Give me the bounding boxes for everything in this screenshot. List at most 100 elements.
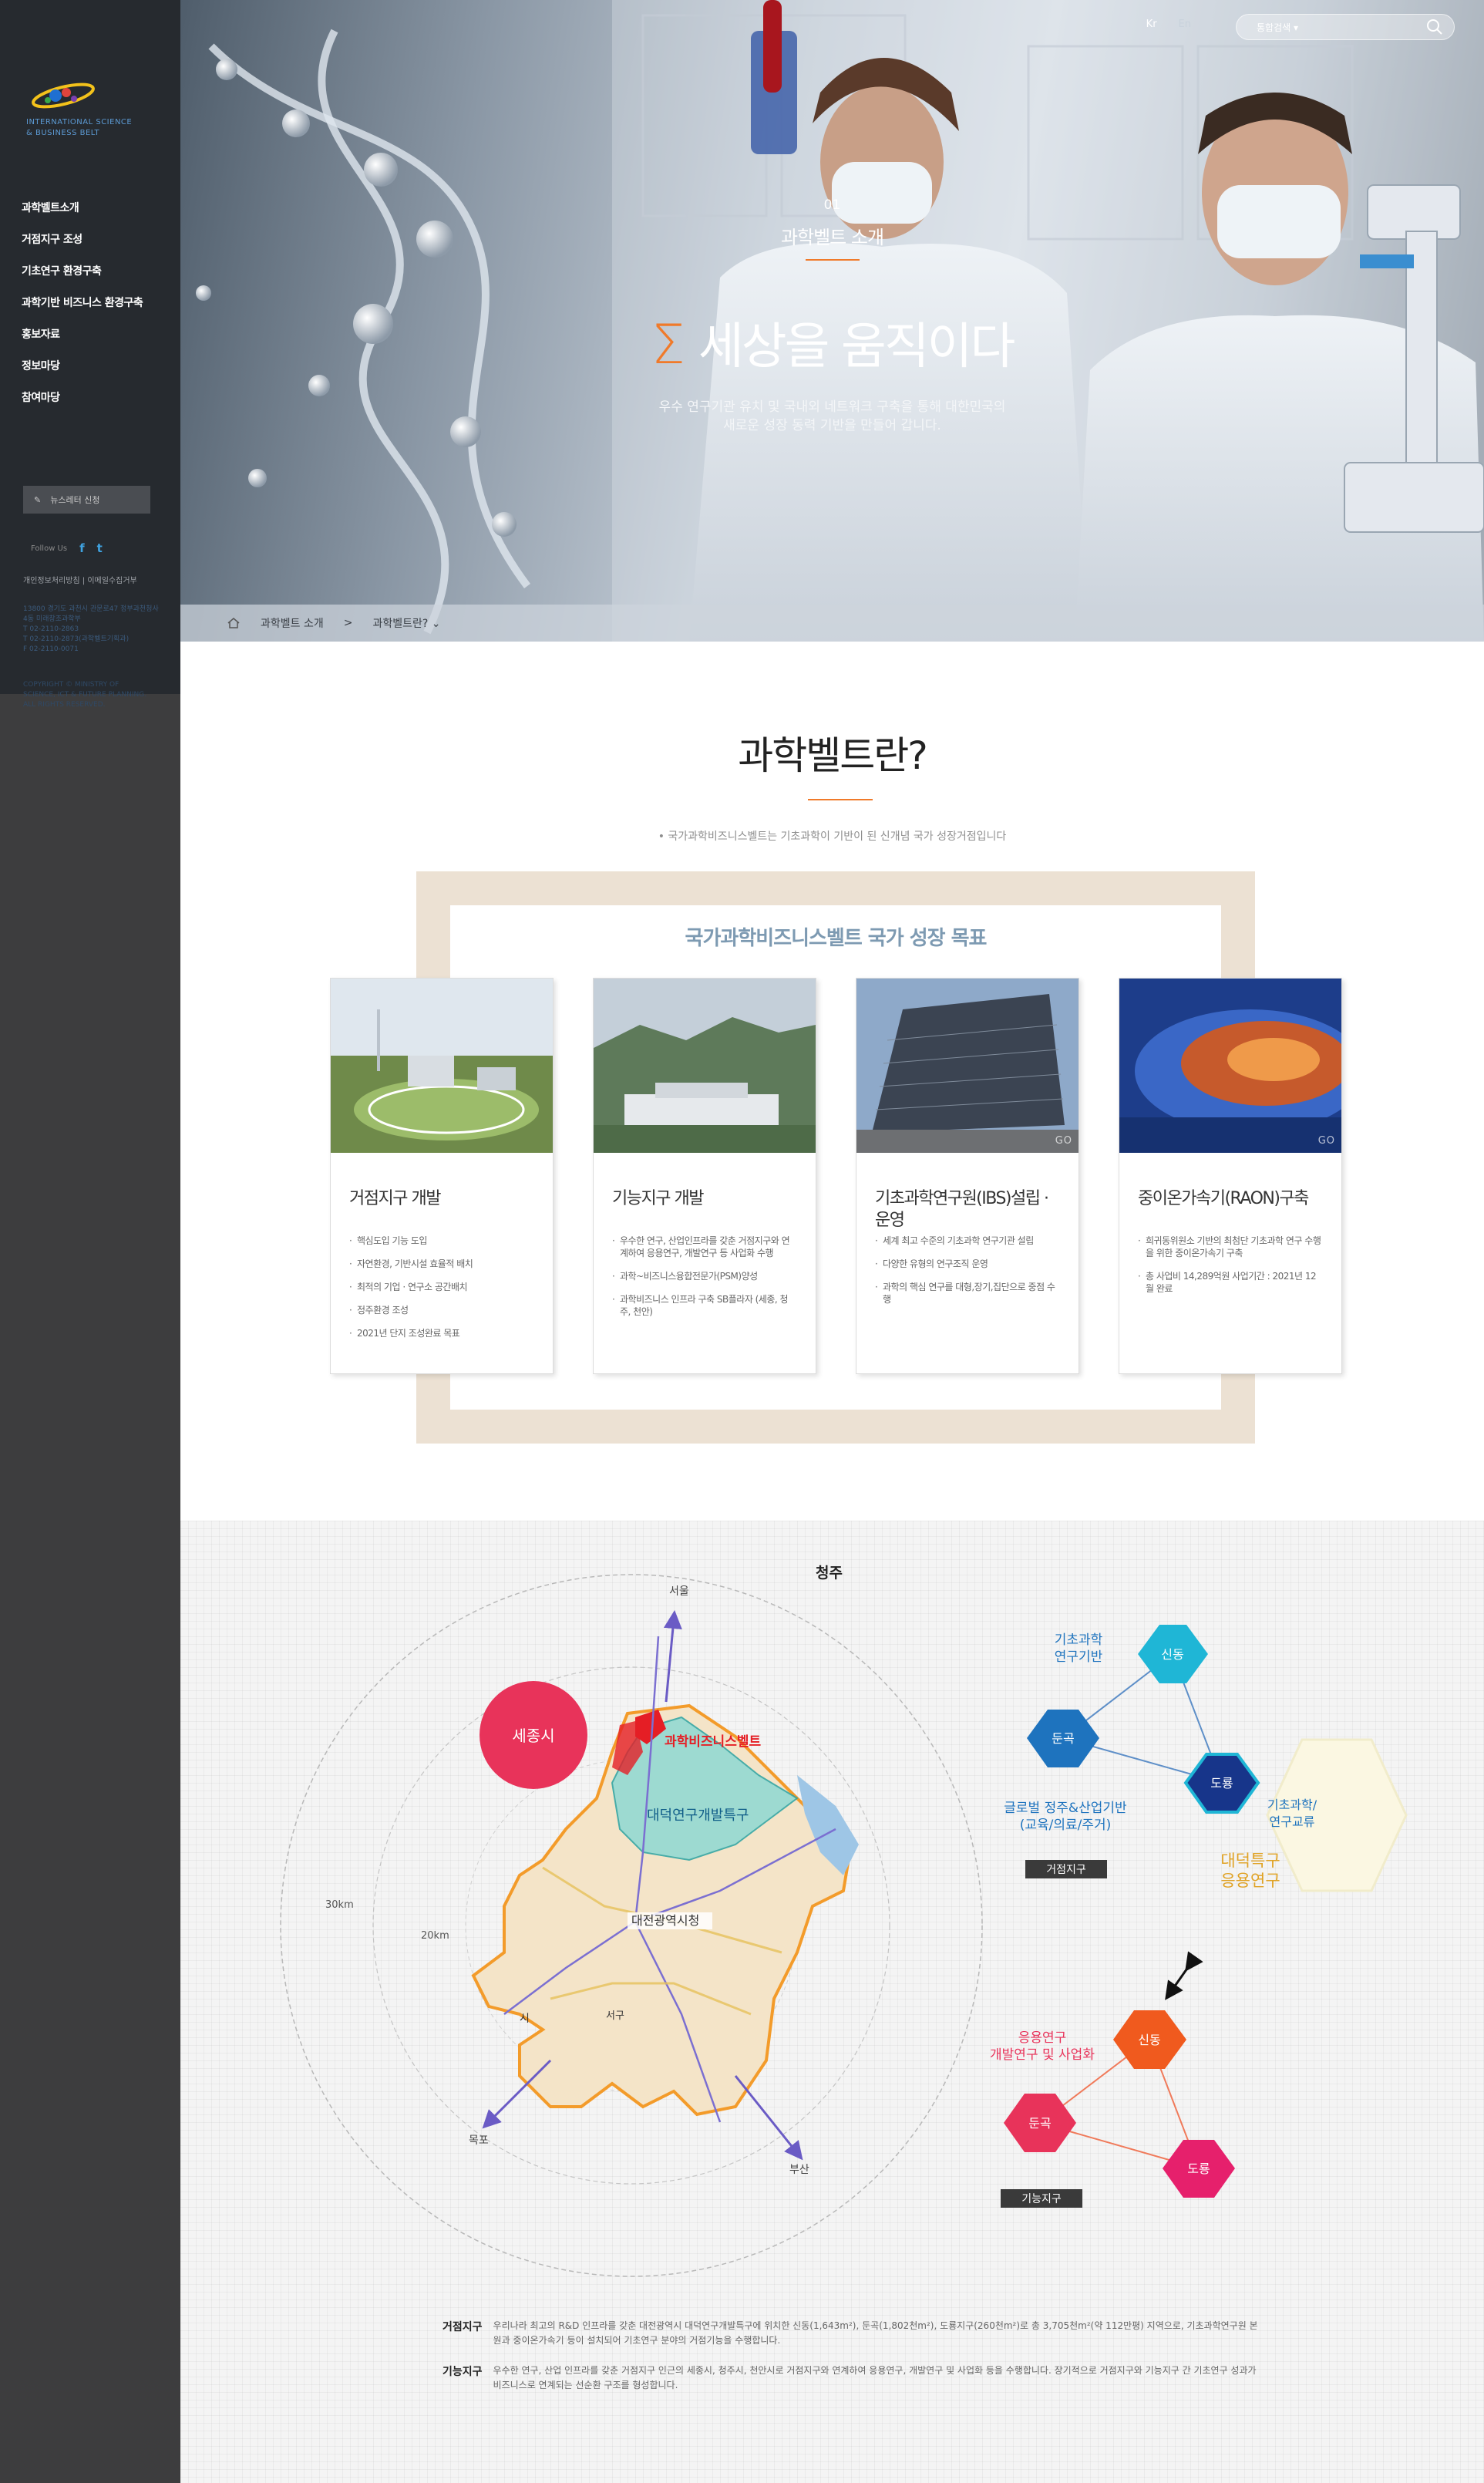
chevron-down-icon: ⌄	[431, 618, 441, 630]
card-function-development: 기능지구 개발 우수한 연구, 산업인프라를 갖춘 거점지구와 연계하여 응용연…	[593, 978, 816, 1374]
nav-item-pr[interactable]: 홍보자료	[22, 325, 143, 357]
footnote-function: 기능지구 우수한 연구, 산업 인프라를 갖춘 거점지구 인근의 세종시, 청주…	[443, 2363, 1264, 2393]
card-ibs[interactable]: GO 기초과학연구원(IBS)설립 · 운영 세계 최고 수준의 기초과학 연구…	[856, 978, 1079, 1374]
card-list: 우수한 연구, 산업인프라를 갖춘 거점지구와 연계하여 응용연구, 개발연구 …	[612, 1235, 797, 1318]
goal-inner	[450, 905, 1221, 1410]
map-section: 30km 20km 10km 서울 목포 부산 청주 세종시 과학비즈니스벨트 …	[180, 1521, 1484, 2483]
label-basic-research-1: 기초과학	[1055, 1632, 1103, 1648]
nav-item-info[interactable]: 정보마당	[22, 357, 143, 389]
list-item: 2021년 단지 조성완료 목표	[349, 1327, 534, 1339]
breadcrumb-level2[interactable]: 과학벨트란? ⌄	[372, 615, 440, 631]
language-switch: Kr En	[1146, 19, 1191, 30]
breadcrumb-separator: >	[343, 617, 353, 629]
hero-description: 우수 연구기관 유치 및 국내외 네트워크 구축을 통해 대한민국의 새로운 성…	[180, 398, 1484, 435]
sidebar: INTERNATIONAL SCIENCE & BUSINESS BELT 과학…	[0, 0, 180, 2483]
follow-us: Follow Us f t	[31, 541, 103, 555]
label-func-badge: 기능지구	[1021, 2193, 1062, 2205]
go-link[interactable]: GO	[1318, 1135, 1335, 1147]
policy-links[interactable]: 개인정보처리방침 | 이메일수집거부	[23, 574, 137, 585]
goal-title: 국가과학비즈니스벨트 국가 성장 목표	[685, 927, 988, 950]
label-daedeok-1: 대덕특구	[1220, 1851, 1280, 1870]
label-sejong: 세종시	[512, 1727, 554, 1745]
hero-number: 01	[823, 197, 841, 213]
page-description: • 국가과학비즈니스벨트는 기초과학이 기반이 된 신개념 국가 성장거점입니다	[658, 830, 1007, 843]
card-image-hub	[331, 979, 553, 1153]
label-seo-gu: 서구	[606, 2010, 624, 2022]
page-title: 과학벨트란?	[738, 733, 928, 778]
label-cityhall: 대전광역시청	[631, 1913, 699, 1928]
label-basic-exchange-2: 연구교류	[1270, 1814, 1315, 1829]
nav-item-hub[interactable]: 거점지구 조성	[22, 231, 143, 262]
newsletter-label: 뉴스레터 신청	[50, 495, 100, 505]
nav-item-business[interactable]: 과학기반 비즈니스 환경구축	[22, 294, 143, 325]
card-image-raon: GO	[1119, 979, 1341, 1153]
breadcrumb-level2-label: 과학벨트란?	[372, 618, 429, 630]
twitter-icon[interactable]: t	[97, 541, 103, 555]
copyright-line1: COPYRIGHT © MINISTRY OF	[23, 681, 119, 689]
card-list: 핵심도입 기능 도입 자연환경, 기반시설 효율적 배치 최적의 기업 · 연구…	[349, 1235, 534, 1339]
contact-address: 13800 경기도 과천시 관문로47 정부과천청사 4동 미래창조과학부	[23, 605, 159, 623]
site-logo[interactable]: INTERNATIONAL SCIENCE & BUSINESS BELT	[26, 77, 132, 139]
card-hub-development: 거점지구 개발 핵심도입 기능 도입 자연환경, 기반시설 효율적 배치 최적의…	[330, 978, 554, 1374]
search-category-label: 통합검색	[1257, 22, 1291, 33]
copyright-line2: SCIENCE, ICT & FUTURE PLANNING.	[23, 691, 147, 699]
label-doryong-bottom: 도룡	[1187, 2161, 1210, 2176]
integrated-search[interactable]: 통합검색 ▾	[1236, 14, 1455, 40]
copyright-line3: ALL RIGHTS RESERVED.	[23, 701, 106, 709]
link-arrow	[1165, 1951, 1203, 2000]
list-item: 과학의 핵심 연구를 대형,장기,집단으로 중점 수행	[875, 1281, 1060, 1306]
nav-item-participation[interactable]: 참여마당	[22, 389, 143, 420]
label-dungok-bottom: 둔곡	[1028, 2116, 1051, 2131]
card-raon[interactable]: GO 중이온가속기(RAON)구축 희귀동위원소 기반의 최첨단 기초과학 연구…	[1119, 978, 1342, 1374]
contact-phone-2: T 02-2110-2873(과학벨트기획과)	[23, 635, 130, 643]
footnote-key: 거점지구	[443, 2321, 483, 2333]
label-basic-research-2: 연구기반	[1055, 1649, 1103, 1665]
hero-desc-line2: 새로운 성장 동력 기반을 만들어 갑니다.	[723, 418, 941, 433]
label-global-2: (교육/의료/주거)	[1020, 1818, 1112, 1833]
card-title: 거점지구 개발	[349, 1189, 441, 1208]
logo-text-line1: INTERNATIONAL SCIENCE	[26, 118, 133, 126]
list-item: 자연환경, 기반시설 효율적 배치	[349, 1258, 534, 1270]
list-item: 핵심도입 기능 도입	[349, 1235, 534, 1247]
list-item: 다양한 유형의 연구조직 운영	[875, 1258, 1060, 1270]
footnote-text: 우수한 연구, 산업 인프라를 갖춘 거점지구 인근의 세종시, 청주시, 천안…	[493, 2365, 1257, 2390]
breadcrumb-level1[interactable]: 과학벨트 소개	[261, 615, 324, 631]
card-image-ibs: GO	[856, 979, 1079, 1153]
facebook-icon[interactable]: f	[79, 541, 85, 555]
hero-subtitle: 과학벨트 소개	[780, 227, 884, 248]
footnote-text: 우리나라 최고의 R&D 인프라를 갖춘 대전광역시 대덕연구개발특구에 위치한…	[493, 2320, 1258, 2346]
search-category-select[interactable]: 통합검색 ▾	[1257, 21, 1298, 34]
lang-kr-link[interactable]: Kr	[1146, 19, 1157, 30]
label-applied-2: 개발연구 및 사업화	[990, 2047, 1095, 2063]
label-doryong-top: 도룡	[1210, 1776, 1233, 1791]
label-20km: 20km	[421, 1930, 449, 1942]
home-icon[interactable]	[227, 617, 241, 629]
nav-item-intro[interactable]: 과학벨트소개	[22, 199, 143, 231]
search-icon[interactable]	[1426, 19, 1443, 35]
copyright: COPYRIGHT © MINISTRY OF SCIENCE, ICT & F…	[23, 680, 162, 710]
list-item: 정주환경 조성	[349, 1304, 534, 1316]
hero-desc-line1: 우수 연구기관 유치 및 국내외 네트워크 구축을 통해 대한민국의	[658, 399, 1006, 415]
list-item: 과학비즈니스 인프라 구축 SB플라자 (세종, 청주, 천안)	[612, 1293, 797, 1318]
list-item: 우수한 연구, 산업인프라를 갖춘 거점지구와 연계하여 응용연구, 개발연구 …	[612, 1235, 797, 1259]
lang-en-link[interactable]: En	[1179, 19, 1191, 30]
label-dungok-top: 둔곡	[1052, 1731, 1074, 1746]
label-gu: 시	[520, 2013, 530, 2025]
follow-label: Follow Us	[31, 544, 68, 553]
card-title: 중이온가속기(RAON)구축	[1138, 1189, 1309, 1208]
label-hub-badge: 거점지구	[1046, 1864, 1086, 1876]
label-basic-exchange-1: 기초과학/	[1267, 1797, 1317, 1812]
label-belt: 과학비즈니스벨트	[665, 1734, 761, 1750]
card-title: 기초과학연구원(IBS)설립 · 운영	[875, 1189, 1049, 1230]
nav-item-basic-research[interactable]: 기초연구 환경구축	[22, 262, 143, 294]
hero-title-text: 세상을 움직이다	[698, 318, 1016, 376]
breadcrumb: 과학벨트 소개 > 과학벨트란? ⌄	[180, 605, 1484, 642]
label-mokpo: 목포	[469, 2134, 489, 2147]
card-list: 세계 최고 수준의 기초과학 연구기관 설립 다양한 유형의 연구조직 운영 과…	[875, 1235, 1060, 1306]
hero-banner: Kr En 통합검색 ▾ 01 과학벨트 소개 Σ 세상을 움직이다 우수 연구기…	[180, 0, 1484, 642]
go-link[interactable]: GO	[1055, 1135, 1072, 1147]
newsletter-button[interactable]: ✎ 뉴스레터 신청	[23, 486, 150, 514]
label-sindong-bottom: 신동	[1138, 2033, 1160, 2047]
label-cheongju: 청주	[816, 1565, 843, 1582]
pencil-icon: ✎	[34, 494, 42, 505]
